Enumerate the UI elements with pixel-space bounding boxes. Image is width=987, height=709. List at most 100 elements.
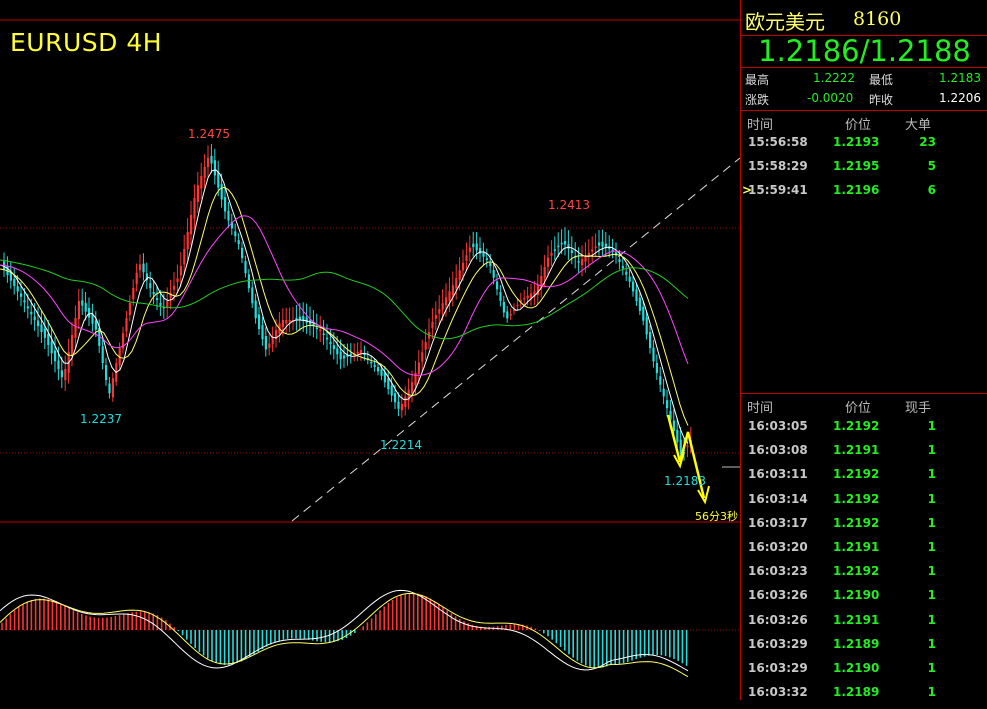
candle-body <box>397 401 400 409</box>
candle-body <box>16 286 19 292</box>
candle-body <box>128 303 131 315</box>
peak-label-high-2: 1.2413 <box>548 198 590 212</box>
candle-body <box>553 249 556 251</box>
candle-body <box>200 176 203 189</box>
row-time: 16:03:32 <box>748 685 808 700</box>
candle-body <box>679 439 682 454</box>
candle-body <box>64 369 67 381</box>
candle-body <box>241 247 244 259</box>
candle-body <box>400 404 403 411</box>
tick-row[interactable]: 16:03:23 1.2192 1 <box>741 564 987 588</box>
candle-body <box>40 324 43 332</box>
big-order-row[interactable]: 15:56:58 1.2193 23 <box>741 135 987 159</box>
row-volume: 1 <box>927 491 936 506</box>
candle-body <box>251 287 254 304</box>
candle-body <box>451 285 454 296</box>
row-volume: 1 <box>927 467 936 482</box>
candle-body <box>516 304 519 307</box>
candle-body <box>207 157 210 168</box>
prev-close-value: 1.2206 <box>939 91 981 105</box>
row-time: 16:03:23 <box>748 564 808 579</box>
row-volume: 1 <box>927 588 936 603</box>
row-time: 16:03:20 <box>748 540 808 554</box>
tick-row[interactable]: 16:03:26 1.2190 1 <box>741 588 987 612</box>
row-time: 16:03:14 <box>748 491 808 506</box>
big-order-row[interactable]: >15:59:41 1.2196 6 <box>741 183 987 207</box>
row-price: 1.2190 <box>833 661 880 675</box>
candle-body <box>77 301 80 320</box>
chart-title: EURUSD 4H <box>10 28 163 57</box>
candle-body <box>581 259 584 266</box>
candle-body <box>499 292 502 301</box>
row-price: 1.2192 <box>833 419 880 433</box>
candle-body <box>179 266 182 276</box>
tick-row[interactable]: 16:03:17 1.2192 1 <box>741 516 987 540</box>
big-order-row[interactable]: 15:58:29 1.2195 5 <box>741 159 987 183</box>
candle-body <box>88 307 91 318</box>
candle-body <box>258 314 261 329</box>
candle-body <box>635 289 638 302</box>
candle-body <box>156 298 159 300</box>
candle-body <box>176 278 179 282</box>
tick-row[interactable]: 16:03:20 1.2191 1 <box>741 540 987 564</box>
peak-label-high: 1.2475 <box>188 127 230 141</box>
tick-row[interactable]: 16:03:14 1.2192 1 <box>741 492 987 516</box>
candle-body <box>288 320 291 323</box>
row-price: 1.2189 <box>833 685 880 700</box>
big-order-header-time: 时间 <box>747 118 774 133</box>
candle-body <box>465 255 468 261</box>
candle-body <box>203 166 206 179</box>
tick-row[interactable]: 16:03:29 1.2189 1 <box>741 637 987 661</box>
candle-body <box>305 317 308 323</box>
candle-body <box>421 352 424 362</box>
row-time: 16:03:08 <box>748 443 808 458</box>
candle-body <box>149 283 152 289</box>
row-price: 1.2195 <box>833 159 880 173</box>
candle-body <box>101 346 104 363</box>
candle-body <box>247 274 250 289</box>
candle-body <box>285 320 288 324</box>
tick-row[interactable]: 16:03:11 1.2192 1 <box>741 467 987 491</box>
row-time: 16:03:26 <box>748 588 808 603</box>
candle-body <box>638 297 641 311</box>
candle-body <box>315 327 318 330</box>
tick-row[interactable]: 16:03:08 1.2191 1 <box>741 443 987 467</box>
tick-row[interactable]: 16:03:05 1.2192 1 <box>741 419 987 443</box>
row-price: 1.2189 <box>833 636 880 651</box>
candle-body <box>387 378 390 389</box>
candle-body <box>254 300 257 319</box>
candle-body <box>598 242 601 246</box>
candle-body <box>547 257 550 267</box>
candle-body <box>462 262 465 271</box>
row-volume: 1 <box>927 661 936 675</box>
candle-body <box>394 393 397 403</box>
candle-body <box>591 249 594 252</box>
candle-body <box>237 240 240 245</box>
candle-body <box>60 370 63 378</box>
candle-body <box>227 210 230 221</box>
tick-row[interactable]: 16:03:29 1.2190 1 <box>741 661 987 685</box>
candle-body <box>645 317 648 335</box>
row-time: 16:03:05 <box>748 419 808 433</box>
row-price: 1.2191 <box>833 443 880 458</box>
ma-line-longest <box>0 259 689 340</box>
candle-body <box>441 303 444 310</box>
row-volume: 5 <box>927 159 936 173</box>
tick-row[interactable]: 16:03:26 1.2191 1 <box>741 613 987 637</box>
candlestick-chart-area[interactable]: EURUSD 4H 1.2475 1.2413 1.2237 1.2214 1.… <box>0 0 740 700</box>
candle-body <box>496 281 499 290</box>
tick-row[interactable]: 16:03:32 1.2189 1 <box>741 685 987 709</box>
prev-close-label: 昨收 <box>869 93 894 107</box>
candle-body <box>349 353 352 356</box>
chart-canvas[interactable] <box>0 0 740 700</box>
row-price: 1.2192 <box>833 564 880 579</box>
candle-body <box>570 250 573 253</box>
candle-body <box>445 297 448 306</box>
candle-body <box>530 293 533 298</box>
candle-body <box>193 198 196 219</box>
candle-body <box>662 388 665 397</box>
candle-body <box>390 385 393 396</box>
tick-header-price: 价位 <box>845 401 872 416</box>
row-price: 1.2193 <box>833 135 880 149</box>
candle-body <box>94 320 97 330</box>
